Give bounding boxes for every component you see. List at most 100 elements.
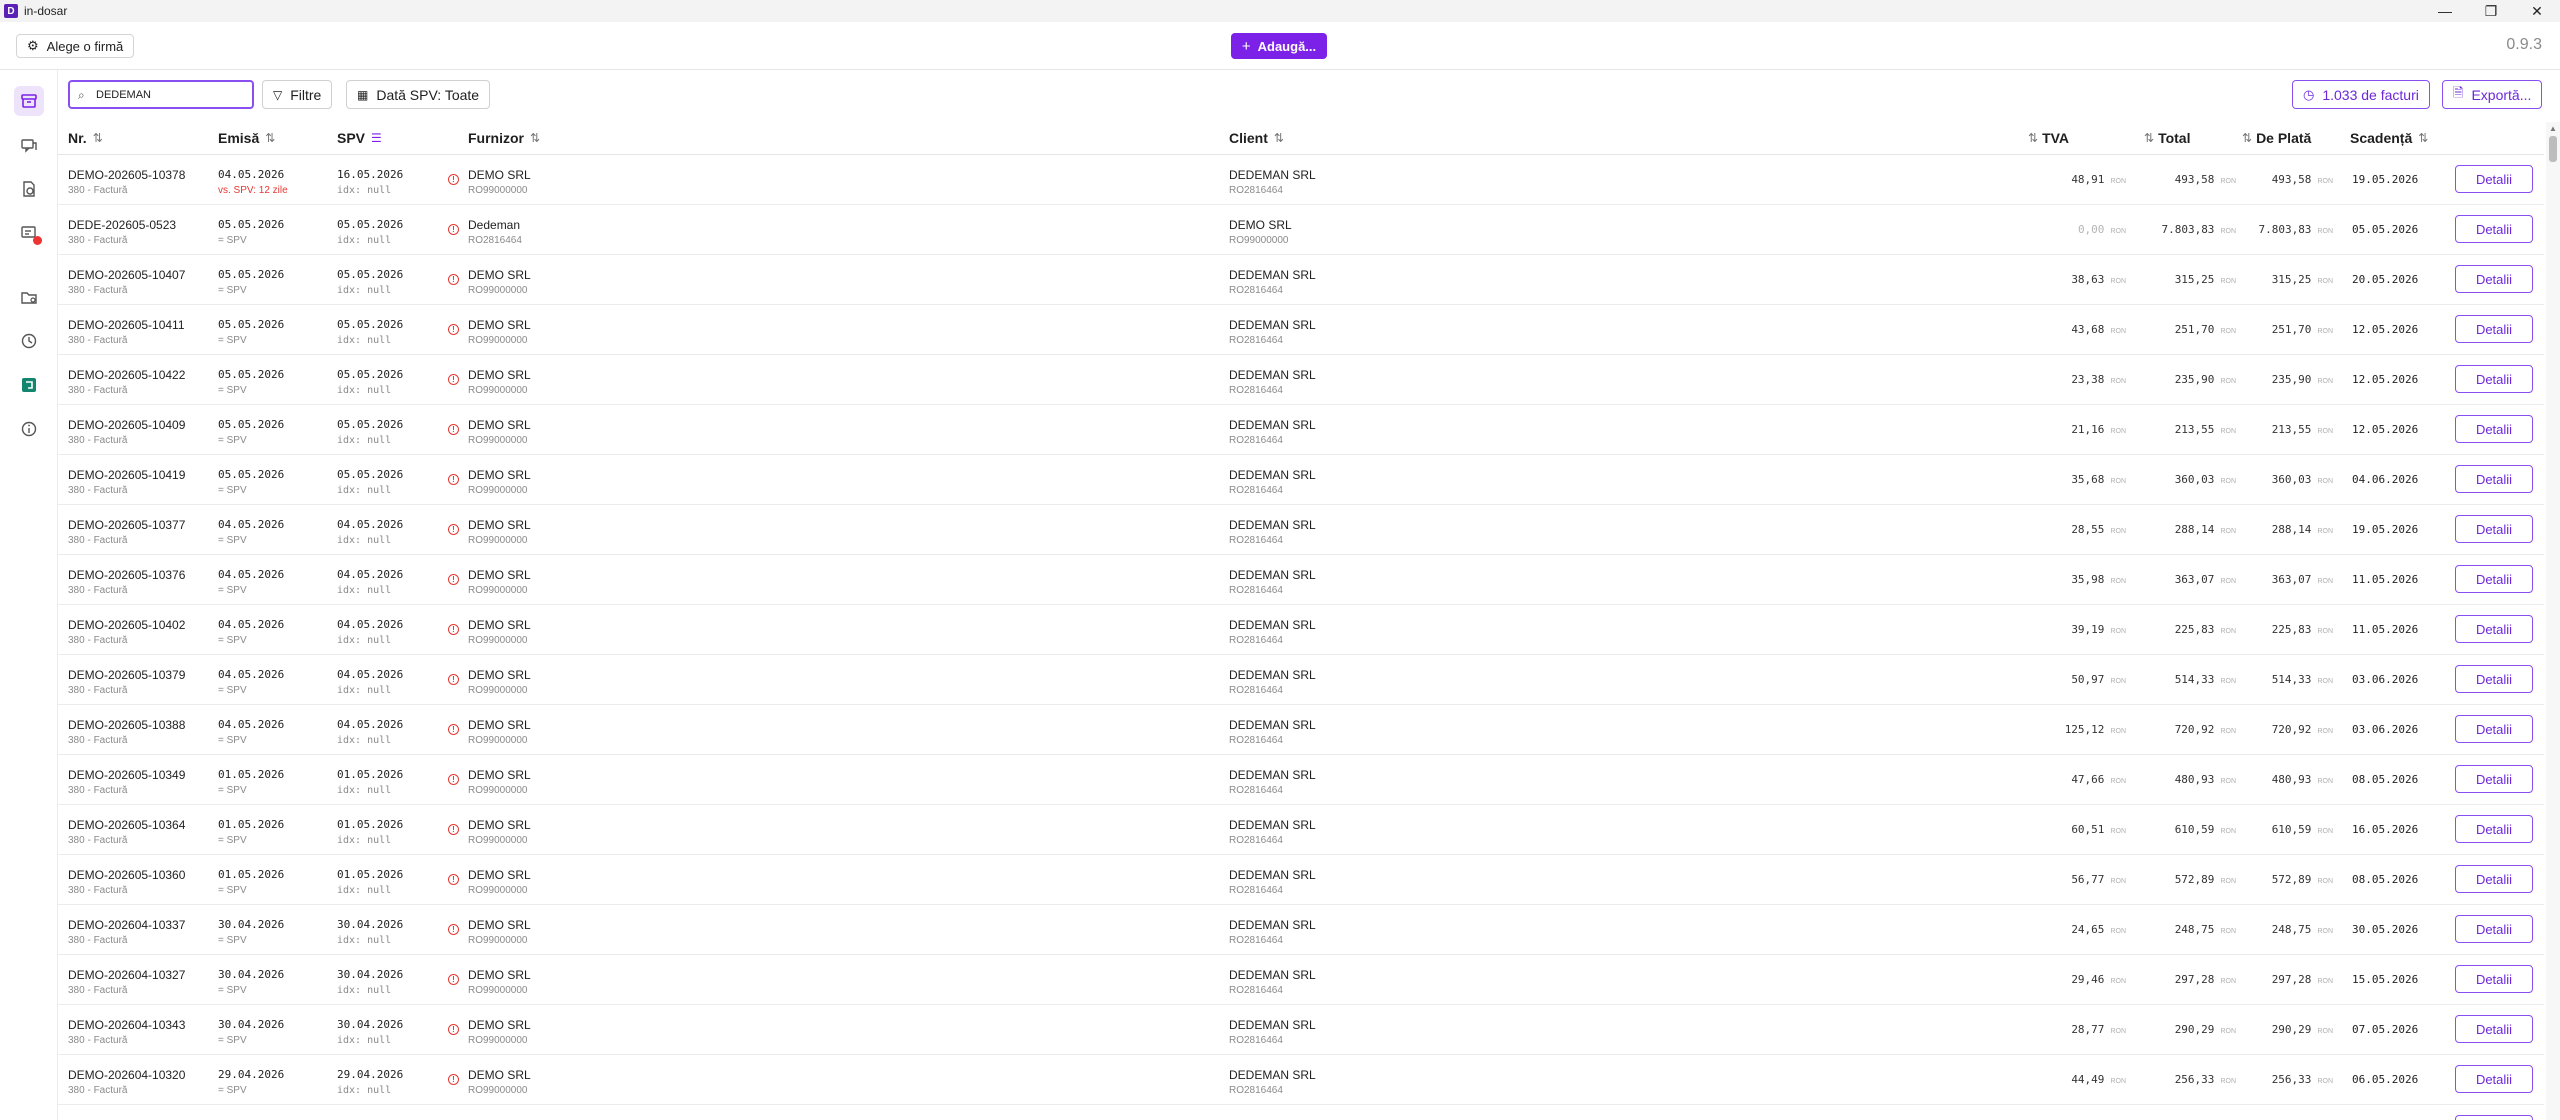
table-row[interactable]: DEMO-202605-10402 380 - Factură 04.05.2026… (58, 605, 2544, 655)
invoice-number: DEMO-202604-10320 (68, 1068, 186, 1082)
due-date: 07.05.2026 (2352, 1023, 2419, 1036)
column-header-scadenta[interactable]: Scadență ⇅ (2350, 130, 2428, 146)
details-button[interactable]: Detalii (2455, 265, 2533, 293)
export-button[interactable]: 🗎 Exportă... (2442, 80, 2543, 109)
details-button[interactable]: Detalii (2455, 1115, 2533, 1120)
invoice-table-body: DEMO-202605-10378 380 - Factură 04.05.2026… (58, 155, 2544, 1120)
column-header-spv[interactable]: SPV ☰ (337, 130, 382, 146)
column-header-de-plata[interactable]: ⇅ De Plată (2242, 130, 2311, 146)
invoice-number: DEMO-202605-10377 (68, 518, 186, 532)
add-button[interactable]: + Adaugă... (1231, 33, 1327, 59)
column-header-furnizor[interactable]: Furnizor ⇅ (468, 130, 540, 146)
supplier-cif: RO99000000 (468, 1035, 528, 1046)
details-button[interactable]: Detalii (2455, 765, 2533, 793)
sidebar-item-brand[interactable] (14, 370, 44, 400)
amount-due: 493,58 RON (2271, 173, 2333, 186)
table-row[interactable]: DEMO-202604-10337 380 - Factură 30.04.2026… (58, 905, 2544, 955)
currency-label: RON (2317, 828, 2333, 835)
details-button[interactable]: Detalii (2455, 215, 2533, 243)
folder-star-icon (21, 292, 37, 304)
supplier-name: DEMO SRL (468, 368, 531, 382)
table-row[interactable]: DEMO-202605-10422 380 - Factură 05.05.2026… (58, 355, 2544, 405)
column-header-emisa[interactable]: Emisă ⇅ (218, 130, 275, 146)
table-row[interactable]: DEMO-202604-10343 380 - Factură 30.04.2026… (58, 1005, 2544, 1055)
table-row[interactable]: DEMO-202605-10419 380 - Factură 05.05.2026… (58, 455, 2544, 505)
invoice-count-button[interactable]: ◷ 1.033 de facturi (2292, 80, 2430, 109)
supplier-name: DEMO SRL (468, 818, 531, 832)
details-button[interactable]: Detalii (2455, 965, 2533, 993)
client-cif: RO2816464 (1229, 435, 1283, 446)
search-input[interactable]: ⌕ DEDEMAN (68, 80, 254, 109)
currency-label: RON (2317, 878, 2333, 885)
table-row[interactable]: DEMO-202604-10327 380 - Factură 30.04.2026… (58, 955, 2544, 1005)
table-row[interactable]: DEMO-202605-10411 380 - Factură 05.05.2026… (58, 305, 2544, 355)
maximize-button[interactable]: ❐ (2468, 0, 2514, 22)
table-row[interactable]: DEMO-202604-10320 380 - Factură 29.04.2026… (58, 1055, 2544, 1105)
column-header-nr[interactable]: Nr. ⇅ (68, 130, 103, 146)
close-button[interactable]: ✕ (2514, 0, 2560, 22)
currency-label: RON (2317, 378, 2333, 385)
table-row[interactable]: DEMO-202605-10364 380 - Factură 01.05.2026… (58, 805, 2544, 855)
column-header-tva[interactable]: ⇅ TVA (2028, 130, 2069, 146)
scrollbar-thumb[interactable] (2549, 136, 2557, 162)
client-cif: RO2816464 (1229, 335, 1283, 346)
table-row[interactable]: DEMO-202605-10409 380 - Factură 05.05.2026… (58, 405, 2544, 455)
sidebar-item-history[interactable] (14, 326, 44, 356)
vertical-scrollbar[interactable]: ▲ (2546, 122, 2560, 1120)
column-total-label: Total (2158, 130, 2191, 146)
client-cif: RO2816464 (1229, 735, 1283, 746)
details-button[interactable]: Detalii (2455, 515, 2533, 543)
invoice-type: 380 - Factură (68, 885, 128, 896)
sort-icon: ⇅ (2028, 131, 2038, 145)
sidebar-item-messages[interactable] (14, 130, 44, 160)
issue-date: 30.04.2026 (218, 968, 285, 981)
table-row[interactable]: DEMO-202605-10360 380 - Factură 01.05.2026… (58, 855, 2544, 905)
table-row[interactable]: DEMO-202605-10407 380 - Factură 05.05.2026… (58, 255, 2544, 305)
table-row[interactable]: DEDE-202605-0523 380 - Factură 05.05.2026 =… (58, 205, 2544, 255)
details-button[interactable]: Detalii (2455, 465, 2533, 493)
table-row[interactable]: DEMO-202605-10349 380 - Factură 01.05.2026… (58, 755, 2544, 805)
table-row[interactable]: DEMO-202605-10377 380 - Factură 04.05.2026… (58, 505, 2544, 555)
brand-icon (22, 378, 36, 392)
due-date: 30.05.2026 (2352, 923, 2419, 936)
details-button[interactable]: Detalii (2455, 415, 2533, 443)
sidebar-item-documents[interactable] (14, 174, 44, 204)
table-row[interactable]: DEMO-202605-10378 380 - Factură 04.05.2026… (58, 155, 2544, 205)
table-row[interactable]: DEMO-202605-10379 380 - Factură 04.05.2026… (58, 655, 2544, 705)
table-row[interactable]: DEMO-202605-10376 380 - Factură 04.05.2026… (58, 555, 2544, 605)
table-row[interactable]: Detalii (58, 1105, 2544, 1120)
sidebar-item-notifications[interactable] (14, 218, 44, 248)
issue-date: 29.04.2026 (218, 1068, 285, 1081)
details-button[interactable]: Detalii (2455, 315, 2533, 343)
details-button[interactable]: Detalii (2455, 665, 2533, 693)
column-header-client[interactable]: Client ⇅ (1229, 130, 1284, 146)
sidebar-item-folders[interactable] (14, 282, 44, 312)
details-button[interactable]: Detalii (2455, 165, 2533, 193)
issue-date: 05.05.2026 (218, 268, 285, 281)
spv-date-filter-label: Dată SPV: Toate (376, 86, 480, 103)
minimize-button[interactable]: — (2422, 0, 2468, 22)
firm-selector-icon: ⚙ (27, 38, 39, 53)
spv-date: 01.05.2026 (337, 768, 404, 781)
details-button[interactable]: Detalii (2455, 715, 2533, 743)
details-button[interactable]: Detalii (2455, 1015, 2533, 1043)
sidebar-item-about[interactable] (14, 414, 44, 444)
export-label: Exportă... (2471, 86, 2532, 103)
table-row[interactable]: DEMO-202605-10388 380 - Factură 04.05.2026… (58, 705, 2544, 755)
sidebar-item-invoices[interactable] (14, 86, 44, 116)
spv-index: idx: null (337, 885, 392, 896)
filters-button[interactable]: ▽ Filtre (262, 80, 333, 109)
column-header-total[interactable]: ⇅ Total (2144, 130, 2190, 146)
spv-date-filter-button[interactable]: ▦ Dată SPV: Toate (346, 80, 491, 109)
spv-date: 30.04.2026 (337, 1018, 404, 1031)
details-button[interactable]: Detalii (2455, 915, 2533, 943)
choose-firm-button[interactable]: ⚙ Alege o firmă (16, 34, 135, 58)
details-button[interactable]: Detalii (2455, 815, 2533, 843)
spv-index: idx: null (337, 535, 392, 546)
details-button[interactable]: Detalii (2455, 565, 2533, 593)
details-button[interactable]: Detalii (2455, 615, 2533, 643)
details-button[interactable]: Detalii (2455, 365, 2533, 393)
details-button[interactable]: Detalii (2455, 1065, 2533, 1093)
amount-due: 251,70 RON (2271, 323, 2333, 336)
details-button[interactable]: Detalii (2455, 865, 2533, 893)
